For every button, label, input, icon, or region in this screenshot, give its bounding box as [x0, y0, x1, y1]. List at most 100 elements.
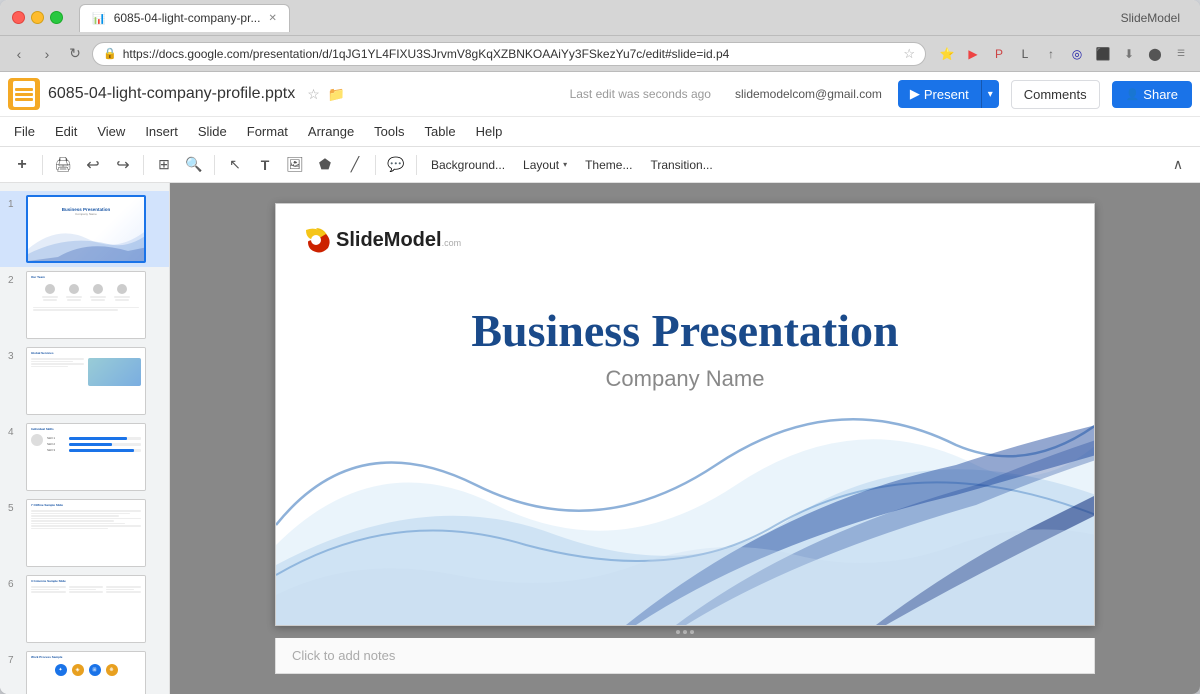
star-icon[interactable]: ☆ — [903, 46, 915, 62]
redo-button[interactable]: ↪ — [109, 151, 137, 179]
bookmark-icon[interactable]: ⭐ — [936, 43, 958, 65]
transition-button[interactable]: Transition... — [642, 151, 720, 179]
slide-5-label: 7 Clifline Sample Slide — [27, 500, 145, 508]
menu-arrange[interactable]: Arrange — [298, 120, 364, 143]
extension-2-icon[interactable]: P — [988, 43, 1010, 65]
toolbar: + 🖨 ↩ ↪ ⊞ 🔍 ↖ T 🖼 ⬟ ╱ 💬 Background... La… — [0, 147, 1200, 183]
extension-1-icon[interactable]: ▶ — [962, 43, 984, 65]
menu-icon[interactable]: ☰ — [1170, 43, 1192, 65]
main-slide-canvas[interactable]: SlideModel .com Business Presentation Co… — [275, 203, 1095, 626]
slide-logo: SlideModel .com — [300, 224, 461, 256]
slide-num-4: 4 — [8, 427, 20, 438]
comment-insert-button[interactable]: 💬 — [382, 151, 410, 179]
tab-bar: 📊 6085-04-light-company-pr... ✕ — [79, 4, 1113, 32]
app-header: 6085-04-light-company-profile.pptx ☆ 📁 L… — [0, 72, 1200, 147]
browser-app-name: SlideModel — [1121, 11, 1188, 25]
slides-app: 6085-04-light-company-profile.pptx ☆ 📁 L… — [0, 72, 1200, 694]
star-file-icon[interactable]: ☆ — [307, 86, 320, 103]
url-bar[interactable]: 🔒 https://docs.google.com/presentation/d… — [92, 42, 926, 66]
select-button[interactable]: ⊞ — [150, 151, 178, 179]
menu-view[interactable]: View — [87, 120, 135, 143]
layout-chevron-icon: ▾ — [563, 160, 567, 169]
text-button[interactable]: T — [251, 151, 279, 179]
present-button[interactable]: ▶ Present — [898, 80, 981, 108]
undo-button[interactable]: ↩ — [79, 151, 107, 179]
user-email: slidemodelcom@gmail.com — [735, 87, 882, 101]
slide-num-7: 7 — [8, 655, 20, 666]
layout-button[interactable]: Layout ▾ — [515, 151, 575, 179]
menu-tools[interactable]: Tools — [364, 120, 414, 143]
browser-toolbar-icons: ⭐ ▶ P L ↑ ◎ ⬛ ⬇ ⬤ ☰ — [936, 43, 1192, 65]
menu-file[interactable]: File — [4, 120, 45, 143]
extension-5-icon[interactable]: ◎ — [1066, 43, 1088, 65]
file-title[interactable]: 6085-04-light-company-profile.pptx — [48, 85, 295, 103]
slide-num-6: 6 — [8, 579, 20, 590]
menu-format[interactable]: Format — [237, 120, 298, 143]
menu-help[interactable]: Help — [466, 120, 513, 143]
slide-7-label: Work Process Sample — [27, 652, 145, 660]
slide-3-label: Global Services — [27, 348, 145, 356]
slide-thumb-image-5: 7 Clifline Sample Slide — [26, 499, 146, 567]
maximize-button[interactable] — [50, 11, 63, 24]
slide-thumbnail-5[interactable]: 5 7 Clifline Sample Slide — [0, 495, 169, 571]
address-bar: ‹ › ↻ 🔒 https://docs.google.com/presenta… — [0, 36, 1200, 72]
slide-thumbnail-6[interactable]: 6 3 Columns Sample Slide — [0, 571, 169, 647]
close-button[interactable] — [12, 11, 25, 24]
slide-thumbnail-7[interactable]: 7 Work Process Sample ✦ ◈ — [0, 647, 169, 694]
back-button[interactable]: ‹ — [8, 43, 30, 65]
menu-edit[interactable]: Edit — [45, 120, 87, 143]
toolbar-collapse-button[interactable]: ∧ — [1164, 151, 1192, 179]
line-button[interactable]: ╱ — [341, 151, 369, 179]
slide-4-label: Individual Skills — [27, 424, 145, 432]
theme-button[interactable]: Theme... — [577, 151, 640, 179]
tab-title: 6085-04-light-company-pr... — [114, 11, 261, 25]
slide-logo-text: SlideModel .com — [336, 229, 461, 252]
slide-thumb-image-1: Business Presentation Company Name — [26, 195, 146, 263]
slide-thumb-image-6: 3 Columns Sample Slide — [26, 575, 146, 643]
canvas-area: SlideModel .com Business Presentation Co… — [170, 183, 1200, 694]
shape-button[interactable]: ⬟ — [311, 151, 339, 179]
extension-8-icon[interactable]: ⬤ — [1144, 43, 1166, 65]
app-title-bar: 6085-04-light-company-profile.pptx ☆ 📁 L… — [0, 72, 1200, 116]
main-content: 1 Business Presentation Company Name — [0, 183, 1200, 694]
slide-thumbnail-2[interactable]: 2 Our Team — [0, 267, 169, 343]
slide-thumbnail-1[interactable]: 1 Business Presentation Company Name — [0, 191, 169, 267]
scroll-dot-2 — [683, 630, 687, 634]
slidemodel-logo-icon — [300, 224, 332, 256]
extension-3-icon[interactable]: L — [1014, 43, 1036, 65]
cursor-button[interactable]: ↖ — [221, 151, 249, 179]
menu-insert[interactable]: Insert — [135, 120, 188, 143]
url-text: https://docs.google.com/presentation/d/1… — [123, 47, 898, 61]
menu-table[interactable]: Table — [415, 120, 466, 143]
present-dropdown-button[interactable]: ▾ — [981, 80, 999, 108]
browser-tab[interactable]: 📊 6085-04-light-company-pr... ✕ — [79, 4, 290, 32]
background-button[interactable]: Background... — [423, 151, 513, 179]
slide-panel[interactable]: 1 Business Presentation Company Name — [0, 183, 170, 694]
print-button[interactable]: 🖨 — [49, 151, 77, 179]
menu-slide[interactable]: Slide — [188, 120, 237, 143]
tab-close-icon[interactable]: ✕ — [268, 13, 276, 24]
extension-6-icon[interactable]: ⬛ — [1092, 43, 1114, 65]
comments-button[interactable]: Comments — [1011, 80, 1100, 109]
add-button[interactable]: + — [8, 151, 36, 179]
slides-logo — [8, 78, 40, 110]
share-button[interactable]: 👤 Share — [1112, 81, 1192, 108]
folder-icon[interactable]: 📁 — [328, 86, 345, 103]
extension-4-icon[interactable]: ↑ — [1040, 43, 1062, 65]
image-button[interactable]: 🖼 — [281, 151, 309, 179]
notes-area[interactable]: Click to add notes — [275, 638, 1095, 674]
slide-thumb-image-2: Our Team — [26, 271, 146, 339]
slide-thumbnail-3[interactable]: 3 Global Services — [0, 343, 169, 419]
slide-num-5: 5 — [8, 503, 20, 514]
zoom-button[interactable]: 🔍 — [180, 151, 208, 179]
menu-bar: File Edit View Insert Slide Format Arran… — [0, 116, 1200, 146]
extension-7-icon[interactable]: ⬇ — [1118, 43, 1140, 65]
slide-thumb-image-4: Individual Skills Skill 1 — [26, 423, 146, 491]
present-play-icon: ▶ — [910, 86, 920, 102]
forward-button[interactable]: › — [36, 43, 58, 65]
slide-main-title: Business Presentation — [276, 304, 1094, 357]
minimize-button[interactable] — [31, 11, 44, 24]
reload-button[interactable]: ↻ — [64, 43, 86, 65]
slide-thumbnail-4[interactable]: 4 Individual Skills Skill 1 — [0, 419, 169, 495]
slide-num-2: 2 — [8, 275, 20, 286]
